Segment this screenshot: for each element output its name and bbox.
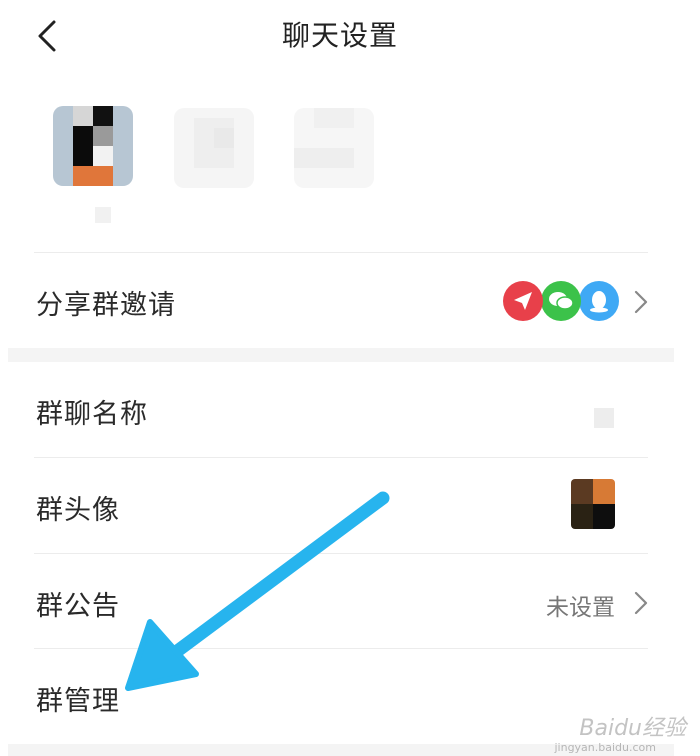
member-name-placeholder — [95, 207, 111, 223]
wechat-icon[interactable] — [541, 281, 581, 321]
group-management-row[interactable]: 群管理 — [0, 649, 680, 744]
chevron-right-icon — [634, 290, 648, 314]
page-title: 聊天设置 — [281, 19, 398, 52]
share-app-icon[interactable] — [503, 281, 543, 321]
wechat-logo-icon — [549, 292, 574, 310]
watermark-url: jingyan.baidu.com — [554, 741, 656, 754]
group-notice-row[interactable]: 群公告 未设置 — [0, 554, 680, 649]
share-invite-label: 分享群邀请 — [36, 290, 176, 321]
member-avatar[interactable] — [53, 106, 133, 186]
group-name-row[interactable]: 群聊名称 — [0, 362, 680, 457]
group-management-label: 群管理 — [36, 686, 120, 717]
group-name-value-placeholder — [594, 408, 614, 428]
group-notice-value: 未设置 — [546, 595, 615, 621]
group-avatar-row[interactable]: 群头像 — [0, 458, 680, 553]
chevron-right-icon — [634, 591, 648, 615]
share-invite-row[interactable]: 分享群邀请 — [0, 253, 680, 348]
watermark-logo: Baidu经验 — [579, 716, 686, 741]
group-name-label: 群聊名称 — [36, 399, 148, 430]
paper-plane-icon — [514, 292, 532, 310]
group-avatar-image — [571, 479, 615, 529]
member-avatar[interactable] — [294, 108, 374, 188]
group-avatar-label: 群头像 — [36, 495, 120, 526]
qq-icon[interactable] — [579, 281, 619, 321]
qq-penguin-icon — [590, 291, 608, 313]
group-notice-label: 群公告 — [36, 591, 120, 622]
section-gap — [8, 348, 674, 362]
member-avatar[interactable] — [174, 108, 254, 188]
